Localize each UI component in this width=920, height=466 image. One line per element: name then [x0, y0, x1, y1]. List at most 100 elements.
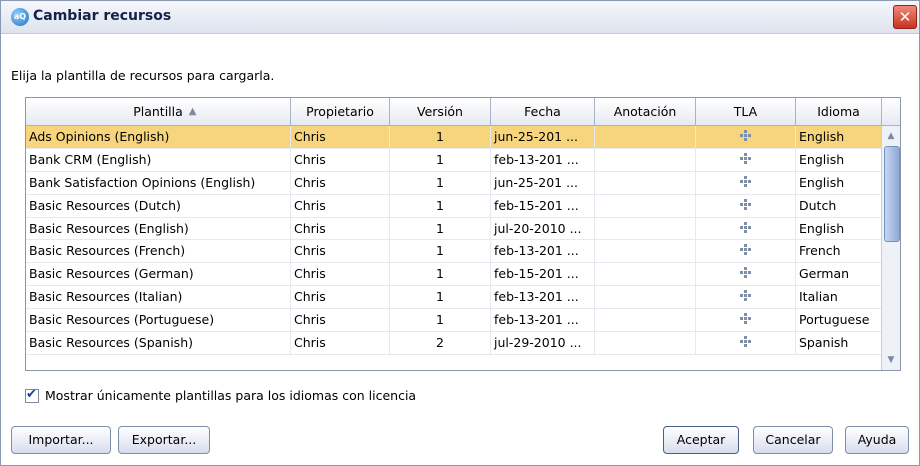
table-row[interactable]: Basic Resources (Spanish) Chris 2 jul-29-20… — [26, 332, 900, 355]
cell-version: 1 — [390, 194, 491, 217]
cell-version: 1 — [390, 286, 491, 309]
column-header-tla[interactable]: TLA — [696, 98, 796, 125]
tla-grid-icon — [740, 198, 751, 210]
cell-anotacion — [595, 126, 696, 148]
cell-anotacion — [595, 171, 696, 194]
checkbox-label: Mostrar únicamente plantillas para los i… — [45, 388, 417, 403]
export-button[interactable]: Exportar... — [118, 426, 210, 454]
cell-propietario: Chris — [291, 217, 390, 240]
title-bar[interactable]: aQ Cambiar recursos ✕ — [1, 1, 919, 34]
cell-idioma: German — [796, 263, 882, 286]
cell-fecha: feb-13-201 ... — [491, 240, 595, 263]
column-header-plantilla[interactable]: Plantilla ▲ — [26, 98, 291, 125]
tla-grid-icon — [740, 244, 751, 256]
cell-fecha: feb-13-201 ... — [491, 148, 595, 171]
cell-fecha: feb-13-201 ... — [491, 286, 595, 309]
cell-tla — [696, 286, 796, 309]
tla-grid-icon — [740, 130, 751, 141]
accept-button[interactable]: Aceptar — [663, 426, 739, 454]
cell-tla — [696, 171, 796, 194]
table-row[interactable]: Bank Satisfaction Opinions (English) Chri… — [26, 171, 900, 195]
cell-plantilla: Basic Resources (Dutch) — [26, 194, 291, 217]
table-row[interactable]: Basic Resources (Dutch) Chris 1 feb-15-201 … — [26, 194, 900, 218]
cell-anotacion — [595, 263, 696, 286]
cell-tla — [696, 126, 796, 148]
table-row[interactable]: Basic Resources (French) Chris 1 feb-13-201… — [26, 240, 900, 264]
cell-fecha: feb-15-201 ... — [491, 263, 595, 286]
cell-anotacion — [595, 309, 696, 332]
cell-propietario: Chris — [291, 263, 390, 286]
cell-version: 1 — [390, 171, 491, 194]
table-row[interactable]: Basic Resources (English) Chris 1 jul-20-20… — [26, 217, 900, 241]
templates-table: Plantilla ▲ Propietario Versión Fecha An… — [25, 97, 901, 371]
column-header-fecha[interactable]: Fecha — [491, 98, 595, 125]
help-button[interactable]: Ayuda — [845, 426, 909, 454]
tla-grid-icon — [740, 175, 751, 187]
table-row[interactable]: Ads Opinions (English) Chris 1 jun-25-201 .… — [26, 126, 900, 149]
cell-fecha: jun-25-201 ... — [491, 126, 595, 148]
table-row[interactable]: Bank CRM (English) Chris 1 feb-13-201 ... En… — [26, 148, 900, 172]
licensed-languages-checkbox[interactable] — [25, 387, 39, 403]
cell-fecha: jun-25-201 ... — [491, 171, 595, 194]
tla-grid-icon — [740, 336, 751, 348]
cell-idioma: Italian — [796, 286, 882, 309]
cancel-button[interactable]: Cancelar — [753, 426, 833, 454]
app-icon: aQ — [11, 8, 29, 26]
cell-tla — [696, 148, 796, 171]
cell-tla — [696, 332, 796, 354]
cell-idioma: English — [796, 148, 882, 171]
import-button[interactable]: Importar... — [11, 426, 111, 454]
table-row[interactable]: Basic Resources (Italian) Chris 1 feb-13-20… — [26, 286, 900, 310]
cell-version: 1 — [390, 240, 491, 263]
cell-plantilla: Basic Resources (English) — [26, 217, 291, 240]
cell-idioma: English — [796, 217, 882, 240]
cell-fecha: feb-13-201 ... — [491, 309, 595, 332]
cell-version: 1 — [390, 217, 491, 240]
cell-plantilla: Bank Satisfaction Opinions (English) — [26, 171, 291, 194]
cell-propietario: Chris — [291, 240, 390, 263]
scrollbar-thumb[interactable] — [884, 146, 900, 242]
cell-propietario: Chris — [291, 286, 390, 309]
cell-version: 2 — [390, 332, 491, 354]
cell-anotacion — [595, 217, 696, 240]
close-button[interactable]: ✕ — [893, 5, 917, 29]
cell-plantilla: Basic Resources (Spanish) — [26, 332, 291, 354]
cell-plantilla: Basic Resources (Portuguese) — [26, 309, 291, 332]
close-icon: ✕ — [898, 8, 912, 26]
cell-idioma: Dutch — [796, 194, 882, 217]
cell-version: 1 — [390, 309, 491, 332]
table-row[interactable]: Basic Resources (German) Chris 1 feb-15-201… — [26, 263, 900, 287]
table-header: Plantilla ▲ Propietario Versión Fecha An… — [26, 98, 900, 126]
cell-fecha: jul-20-2010 ... — [491, 217, 595, 240]
cell-tla — [696, 217, 796, 240]
column-header-idioma[interactable]: Idioma — [796, 98, 882, 125]
tla-grid-icon — [740, 267, 751, 279]
cell-plantilla: Basic Resources (Italian) — [26, 286, 291, 309]
cell-propietario: Chris — [291, 148, 390, 171]
table-body: Ads Opinions (English) Chris 1 jun-25-201 .… — [26, 126, 900, 355]
scroll-up-arrow-icon[interactable]: ▲ — [883, 128, 899, 144]
cell-fecha: jul-29-2010 ... — [491, 332, 595, 354]
table-row[interactable]: Basic Resources (Portuguese) Chris 1 feb-13… — [26, 309, 900, 333]
scroll-down-arrow-icon[interactable]: ▼ — [883, 352, 899, 368]
cell-idioma: Portuguese — [796, 309, 882, 332]
cell-tla — [696, 309, 796, 332]
vertical-scrollbar[interactable]: ▲ ▼ — [881, 126, 900, 370]
cell-idioma: English — [796, 171, 882, 194]
tla-grid-icon — [740, 221, 751, 233]
cell-anotacion — [595, 332, 696, 354]
cell-tla — [696, 194, 796, 217]
column-header-version[interactable]: Versión — [390, 98, 491, 125]
dialog-body: Elija la plantilla de recursos para carg… — [1, 34, 919, 465]
cell-tla — [696, 263, 796, 286]
cell-idioma: Spanish — [796, 332, 882, 354]
cell-anotacion — [595, 194, 696, 217]
sort-ascending-icon: ▲ — [188, 106, 197, 117]
licensed-languages-option[interactable]: Mostrar únicamente plantillas para los i… — [25, 387, 417, 403]
cell-plantilla: Basic Resources (German) — [26, 263, 291, 286]
column-header-anotacion[interactable]: Anotación — [595, 98, 696, 125]
column-header-propietario[interactable]: Propietario — [291, 98, 390, 125]
cell-version: 1 — [390, 148, 491, 171]
cell-anotacion — [595, 148, 696, 171]
cell-anotacion — [595, 240, 696, 263]
